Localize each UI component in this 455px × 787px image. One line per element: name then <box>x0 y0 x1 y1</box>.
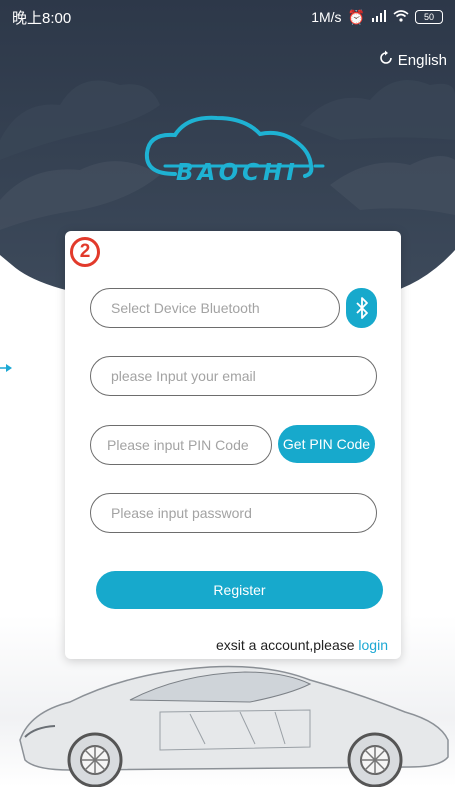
step-number-badge: 2 <box>70 237 100 267</box>
signal-icon <box>371 9 387 25</box>
pin-code-input[interactable] <box>90 425 272 465</box>
status-time: 晚上8:00 <box>12 9 72 27</box>
language-label: English <box>397 51 447 69</box>
login-link[interactable]: login <box>358 637 388 653</box>
refresh-icon <box>378 50 394 70</box>
register-button[interactable]: Register <box>96 571 383 609</box>
car-illustration-icon <box>19 665 449 787</box>
register-card: 2 Get PIN Code Register exsit a account,… <box>65 231 401 659</box>
network-speed: 1M/s <box>311 9 342 25</box>
login-prompt-row: exsit a account,please login <box>216 637 388 653</box>
status-bar: 晚上8:00 1M/s ⏰ 50 <box>0 0 455 34</box>
status-icons: 1M/s ⏰ 50 <box>311 9 443 26</box>
login-prompt-text: exsit a account,please <box>215 637 359 653</box>
email-input[interactable] <box>90 356 377 396</box>
device-bluetooth-input[interactable] <box>90 288 340 328</box>
wifi-icon <box>393 9 409 25</box>
arrow-right-icon <box>0 364 12 372</box>
bluetooth-button[interactable] <box>346 288 377 328</box>
battery-indicator: 50 <box>415 10 443 24</box>
alarm-icon: ⏰ <box>347 8 365 25</box>
password-input[interactable] <box>90 493 377 533</box>
language-switch[interactable]: English <box>378 50 447 70</box>
get-pin-code-button[interactable]: Get PIN Code <box>278 425 375 463</box>
logo-text: BAOCHI <box>176 160 299 186</box>
bluetooth-icon <box>355 297 368 319</box>
